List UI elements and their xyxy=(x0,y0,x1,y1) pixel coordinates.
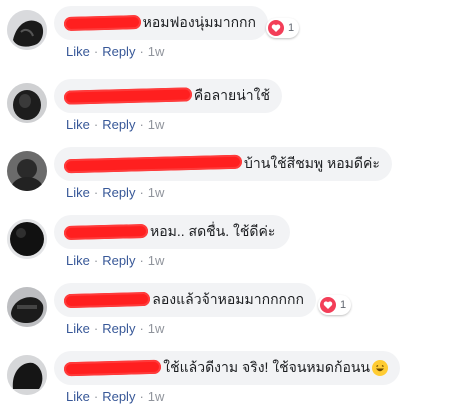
comment: หอมฟองนุ่มมากกก 1 Like · Reply · 1w xyxy=(0,0,454,68)
reaction-badge[interactable]: 1 xyxy=(318,295,352,315)
separator: · xyxy=(93,389,99,404)
avatar[interactable] xyxy=(7,151,47,191)
comment-bubble: หอม.. สดชื่น. ใช้ดีค่ะ xyxy=(54,215,290,249)
like-link[interactable]: Like xyxy=(66,321,90,336)
reply-link[interactable]: Reply xyxy=(102,389,135,404)
comment-actions: Like · Reply · 1w xyxy=(66,185,164,200)
comment-bubble: คือลายน่าใช้ xyxy=(54,79,282,113)
avatar[interactable] xyxy=(7,10,47,50)
comment: คือลายน่าใช้ Like · Reply · 1w xyxy=(0,73,454,141)
comment-bubble: หอมฟองนุ่มมากกก xyxy=(54,6,268,40)
avatar[interactable] xyxy=(7,219,47,259)
timestamp[interactable]: 1w xyxy=(148,185,165,200)
comment: ลองแล้วจ้าหอมมากกกกก 1 Like · Reply · 1w xyxy=(0,277,454,345)
redacted-author-name xyxy=(63,87,192,105)
comment-text: บ้านใช้สีชมพู หอมดีค่ะ xyxy=(244,155,380,171)
timestamp[interactable]: 1w xyxy=(148,389,165,404)
heart-icon xyxy=(320,297,336,313)
reaction-badge[interactable]: 1 xyxy=(266,18,300,38)
avatar[interactable] xyxy=(7,287,47,327)
comment-actions: Like · Reply · 1w xyxy=(66,389,164,404)
separator: · xyxy=(93,44,99,59)
avatar[interactable] xyxy=(7,83,47,123)
like-link[interactable]: Like xyxy=(66,389,90,404)
reaction-count: 1 xyxy=(340,299,347,311)
like-link[interactable]: Like xyxy=(66,44,90,59)
comment-text: หอมฟองนุ่มมากกก xyxy=(142,14,256,30)
timestamp[interactable]: 1w xyxy=(148,321,165,336)
comment: หอม.. สดชื่น. ใช้ดีค่ะ Like · Reply · 1w xyxy=(0,209,454,277)
separator: · xyxy=(93,253,99,268)
comment-actions: Like · Reply · 1w xyxy=(66,117,164,132)
comment-text: ใช้แล้วดีงาม จริง! ใช้จนหมดก้อนน xyxy=(163,359,370,375)
reply-link[interactable]: Reply xyxy=(102,253,135,268)
separator: · xyxy=(139,44,144,59)
comment-text: คือลายน่าใช้ xyxy=(193,87,270,103)
avatar[interactable] xyxy=(7,355,47,395)
comment-text: ลองแล้วจ้าหอมมากกกกก xyxy=(152,291,304,307)
comment-actions: Like · Reply · 1w xyxy=(66,44,164,59)
comment-text: หอม.. สดชื่น. ใช้ดีค่ะ xyxy=(150,223,276,239)
separator: · xyxy=(93,321,99,336)
comment-actions: Like · Reply · 1w xyxy=(66,321,164,336)
like-link[interactable]: Like xyxy=(66,117,90,132)
reply-link[interactable]: Reply xyxy=(102,185,135,200)
separator: · xyxy=(139,185,144,200)
redacted-author-name xyxy=(63,291,151,309)
separator: · xyxy=(139,321,144,336)
like-link[interactable]: Like xyxy=(66,253,90,268)
grinning-face-icon xyxy=(372,360,388,376)
like-link[interactable]: Like xyxy=(66,185,90,200)
comment-bubble: ใช้แล้วดีงาม จริง! ใช้จนหมดก้อนน xyxy=(54,351,400,385)
redacted-author-name xyxy=(63,359,162,377)
reply-link[interactable]: Reply xyxy=(102,117,135,132)
heart-icon xyxy=(268,20,284,36)
redacted-author-name xyxy=(63,14,141,32)
reaction-count: 1 xyxy=(288,22,295,34)
timestamp[interactable]: 1w xyxy=(148,44,165,59)
comment: บ้านใช้สีชมพู หอมดีค่ะ Like · Reply · 1w xyxy=(0,141,454,209)
separator: · xyxy=(139,389,144,404)
separator: · xyxy=(93,117,99,132)
redacted-author-name xyxy=(63,154,243,174)
separator: · xyxy=(93,185,99,200)
separator: · xyxy=(139,253,144,268)
separator: · xyxy=(139,117,144,132)
timestamp[interactable]: 1w xyxy=(148,117,165,132)
reply-link[interactable]: Reply xyxy=(102,321,135,336)
redacted-author-name xyxy=(63,223,149,241)
comment-bubble: ลองแล้วจ้าหอมมากกกกก xyxy=(54,283,316,317)
comment-actions: Like · Reply · 1w xyxy=(66,253,164,268)
reply-link[interactable]: Reply xyxy=(102,44,135,59)
comment: ใช้แล้วดีงาม จริง! ใช้จนหมดก้อนน Like · Re… xyxy=(0,345,454,413)
comment-bubble: บ้านใช้สีชมพู หอมดีค่ะ xyxy=(54,147,392,181)
timestamp[interactable]: 1w xyxy=(148,253,165,268)
